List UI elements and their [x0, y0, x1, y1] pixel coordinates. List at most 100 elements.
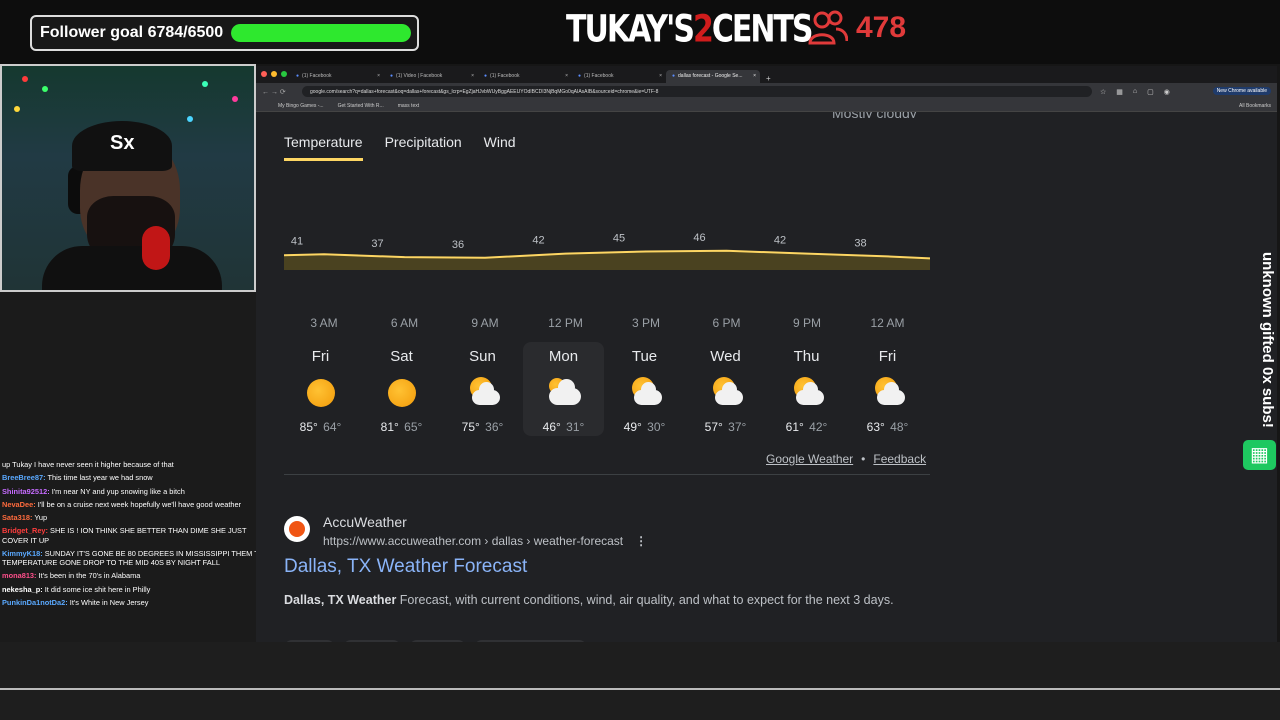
day-forecast-sun[interactable]: Sun 75° 36° [442, 342, 523, 436]
tab-label: (1) Video | Facebook [396, 73, 443, 79]
high-temp: 49° [623, 420, 642, 434]
viewer-count: 478 [808, 10, 906, 46]
day-forecast-tue[interactable]: Tue 49° 30° [604, 342, 685, 436]
chat-text: It's been in the 70's in Alabama [36, 571, 141, 581]
chat-text: It's White in New Jersey [67, 597, 149, 607]
temperature-data-label: 41 [291, 235, 303, 247]
nav-buttons[interactable]: ← → ⟳ [262, 88, 302, 96]
day-forecast-fri[interactable]: Fri 85° 64° [280, 342, 361, 436]
window-controls[interactable] [261, 71, 287, 77]
tab-label: (1) Facebook [490, 73, 520, 79]
chat-message: KimmyK18: SUNDAY IT'S GONE BE 80 DEGREES… [0, 547, 272, 570]
low-temp: 42° [809, 420, 828, 434]
day-forecast-thu[interactable]: Thu 61° 42° [766, 342, 847, 436]
chat-text: Yup [32, 513, 48, 522]
weather-metric-tabs: Temperature Precipitation Wind [284, 134, 516, 161]
high-temp: 63° [866, 420, 885, 434]
chat-username: mona813: [2, 571, 37, 581]
low-temp: 31° [566, 420, 585, 434]
hour-label: 9 AM [471, 316, 499, 330]
result-site-name[interactable]: AccuWeather [323, 514, 407, 530]
temperature-data-label: 42 [532, 235, 544, 247]
chat-text: It did some ice shit here in Philly [42, 584, 151, 594]
weather-footer: Google Weather • Feedback [766, 452, 926, 466]
tab-favicon: ● [390, 73, 394, 79]
browser-tab[interactable]: ● (1) Facebook × [478, 70, 572, 83]
snippet-text: Forecast, with current conditions, wind,… [396, 593, 894, 607]
tab-close-icon[interactable]: × [565, 73, 568, 79]
result-url-text: https://www.accuweather.com › dallas › w… [323, 534, 624, 548]
google-weather-link[interactable]: Google Weather [766, 452, 853, 466]
gift-icon: ▦ [1243, 440, 1276, 470]
chat-message: Sata318: Yup [0, 511, 272, 524]
temperature-data-label: 46 [693, 232, 705, 244]
tab-wind[interactable]: Wind [484, 134, 516, 161]
day-forecast-wed[interactable]: Wed 57° 37° [685, 342, 766, 436]
chat-message: Bridget_Rey: SHE IS ! ION THINK SHE BETT… [0, 524, 272, 547]
chat-message: PunkinDa1notDa2: It's White in New Jerse… [0, 596, 272, 609]
chat-username: KimmyK18: [2, 548, 43, 558]
browser-tab[interactable]: ● (1) Video | Facebook × [384, 70, 478, 83]
sub-gift-banner: unknown gifted 0x subs! [1259, 252, 1276, 428]
low-temp: 48° [890, 420, 909, 434]
address-bar[interactable]: google.com/search?q=dallas+forecast&oq=d… [302, 86, 1092, 97]
browser-window: ● (1) Facebook × ● (1) Video | Facebook × ● (1)… [256, 66, 1277, 668]
browser-tab[interactable]: ● (1) Facebook × [572, 70, 666, 83]
day-name: Wed [710, 348, 741, 365]
temperature-chart: 41 37 36 42 45 46 42 38 [284, 212, 930, 282]
result-title-link[interactable]: Dallas, TX Weather Forecast [284, 556, 527, 578]
feedback-link[interactable]: Feedback [873, 452, 926, 466]
partly-cloudy-icon [466, 376, 500, 410]
chat-message: Shinita92512: I'm near NY and yup snowin… [0, 485, 272, 498]
browser-tab[interactable]: ● (1) Facebook × [290, 70, 384, 83]
accuweather-icon [284, 516, 310, 542]
hour-label: 12 PM [548, 316, 583, 330]
hour-label: 12 AM [870, 316, 905, 330]
bookmark-item[interactable]: Get Started With R... [338, 103, 384, 109]
day-temps: 46° 31° [523, 420, 604, 434]
sun-icon [385, 376, 419, 410]
daily-forecast: Fri 85° 64° Sat 81° 65° Sun 75° 36° Mon 46° 31°… [280, 342, 928, 436]
day-temps: 57° 37° [685, 420, 766, 434]
chrome-update-button[interactable]: New Chrome available [1212, 87, 1271, 95]
all-bookmarks[interactable]: All Bookmarks [1239, 103, 1271, 109]
chat-username: Sata318: [2, 513, 33, 522]
chat-text: SUNDAY IT'S GONE BE 80 DEGREES IN MISSIS… [2, 548, 270, 567]
result-url[interactable]: https://www.accuweather.com › dallas › w… [323, 534, 647, 548]
day-temps: 61° 42° [766, 420, 847, 434]
chat-message: up Tukay I have never seen it higher bec… [0, 458, 272, 471]
condition-text-cut: Mostly cloudy [832, 112, 917, 118]
day-temps: 75° 36° [442, 420, 523, 434]
high-temp: 85° [299, 420, 318, 434]
tab-favicon: ● [672, 73, 676, 79]
tab-close-icon[interactable]: × [659, 73, 662, 79]
tab-label: dallas forecast - Google Se... [678, 73, 743, 79]
bookmark-item[interactable]: My Bingo Games -... [278, 103, 324, 109]
browser-tab[interactable]: ● dallas forecast - Google Se... × [666, 70, 760, 83]
high-temp: 57° [704, 420, 723, 434]
overlay-bottom-line [0, 688, 1280, 690]
toolbar-icons[interactable]: ☆ ▦ ⌂ ▢ ◉ [1100, 88, 1170, 96]
tab-close-icon[interactable]: × [377, 73, 380, 79]
hour-label: 3 AM [310, 316, 338, 330]
tab-temperature[interactable]: Temperature [284, 134, 363, 161]
day-temps: 81° 65° [361, 420, 442, 434]
bookmark-item[interactable]: mass text [398, 103, 419, 109]
search-results-page: Mostly cloudy Temperature Precipitation Wi… [256, 112, 1277, 668]
tab-close-icon[interactable]: × [471, 73, 474, 79]
day-forecast-fri[interactable]: Fri 63° 48° [847, 342, 928, 436]
more-options-icon[interactable]: ⋮ [635, 534, 647, 548]
new-tab-button[interactable]: + [766, 74, 771, 83]
day-forecast-sat[interactable]: Sat 81° 65° [361, 342, 442, 436]
chat-message: NevaDee: I'll be on a cruise next week h… [0, 498, 272, 511]
day-forecast-mon[interactable]: Mon 46° 31° [523, 342, 604, 436]
chat-username: Shinita92512: [2, 486, 50, 496]
temperature-data-label: 45 [613, 233, 625, 245]
divider [284, 474, 930, 475]
high-temp: 75° [461, 420, 480, 434]
chat-message: nekesha_p: It did some ice shit here in … [0, 583, 272, 596]
tab-favicon: ● [578, 73, 582, 79]
tab-precipitation[interactable]: Precipitation [385, 134, 462, 161]
day-name: Fri [878, 348, 897, 365]
tab-close-icon[interactable]: × [753, 73, 756, 79]
